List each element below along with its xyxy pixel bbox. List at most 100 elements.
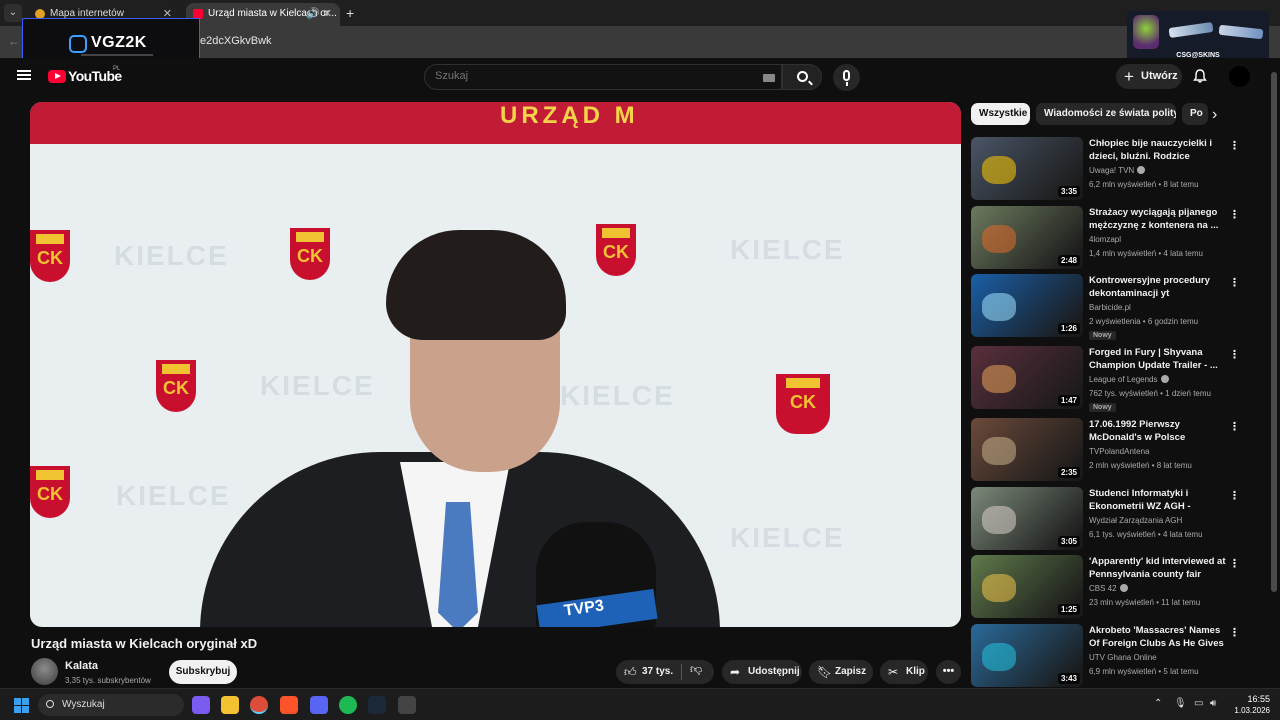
subscribe-button[interactable]: Subskrybuj: [169, 660, 237, 684]
recommendation-item[interactable]: 3:05 Studenci Informatyki i Ekonometrii W…: [971, 487, 1261, 553]
video-title[interactable]: Studenci Informatyki i Ekonometrii WZ AG…: [1089, 487, 1227, 513]
bookmark-icon: 🔖︎: [817, 665, 833, 679]
keyboard-icon[interactable]: [763, 74, 775, 82]
video-thumbnail[interactable]: 2:35: [971, 418, 1083, 481]
channel-label: Barbicide.pl: [1089, 303, 1131, 312]
channel-name[interactable]: Kalata: [65, 660, 98, 672]
video-thumbnail[interactable]: 3:35: [971, 137, 1083, 200]
video-title[interactable]: Akrobeto 'Massacres' Names Of Foreign Cl…: [1089, 624, 1227, 650]
file-explorer-icon[interactable]: [221, 696, 239, 714]
channel-name[interactable]: TVPolandAntena: [1089, 447, 1150, 456]
video-thumbnail[interactable]: 2:48: [971, 206, 1083, 269]
more-options-icon[interactable]: ⋮: [1229, 420, 1240, 433]
search-box[interactable]: [424, 64, 782, 90]
more-options-icon[interactable]: ⋮: [1229, 489, 1240, 502]
steam-icon[interactable]: [368, 696, 386, 714]
recommendation-item[interactable]: 3:35 Chłopiec bije nauczycielki i dzieci,…: [971, 137, 1261, 203]
channel-name[interactable]: 4lomzapl: [1089, 235, 1121, 244]
channel-name[interactable]: CBS 42: [1089, 584, 1128, 593]
thumbs-up-icon: 👍︎: [624, 665, 637, 679]
network-icon[interactable]: ▭: [1194, 698, 1203, 709]
channel-name[interactable]: UTV Ghana Online: [1089, 653, 1157, 662]
video-duration: 1:25: [1057, 604, 1080, 615]
video-duration: 1:47: [1057, 395, 1080, 406]
unknown-app-icon[interactable]: [398, 696, 416, 714]
backdrop-word: KIELCE: [260, 370, 375, 401]
chip-all[interactable]: Wszystkie: [971, 103, 1030, 125]
more-options-icon[interactable]: ⋮: [1229, 626, 1240, 639]
chrome-icon[interactable]: [250, 696, 268, 714]
upload-age: 4 lata temu: [1163, 249, 1203, 258]
microphone-tray-icon[interactable]: 🎙︎: [1174, 698, 1187, 709]
create-button[interactable]: + Utwórz: [1116, 64, 1182, 89]
recommendation-item[interactable]: 2:48 Strażacy wyciągają pijanego mężczyzn…: [971, 206, 1261, 272]
new-tab-button[interactable]: +: [346, 5, 354, 21]
recommendation-item[interactable]: 1:47 Forged in Fury | Shyvana Champion Up…: [971, 346, 1261, 412]
menu-icon[interactable]: [17, 70, 31, 80]
channel-name[interactable]: Uwaga! TVN: [1089, 166, 1146, 175]
save-button[interactable]: 🔖︎ Zapisz: [809, 660, 873, 684]
notifications-bell-icon[interactable]: [1193, 69, 1207, 83]
upload-age: 4 lata temu: [1162, 530, 1203, 539]
chevron-right-icon[interactable]: ›: [1212, 106, 1217, 124]
rifle-skin-icon: [1218, 24, 1264, 40]
tab-search-button[interactable]: ⌄: [4, 4, 22, 22]
city-crest: CK: [156, 360, 196, 412]
voice-search-button[interactable]: [833, 64, 860, 91]
channel-avatar[interactable]: [31, 658, 58, 685]
page-scrollbar[interactable]: [1271, 72, 1277, 592]
channel-name[interactable]: Barbicide.pl: [1089, 303, 1131, 312]
close-tab-icon[interactable]: 🔊 ✕: [306, 3, 332, 25]
microphone-stand: [846, 82, 848, 86]
more-options-icon[interactable]: ⋮: [1229, 557, 1240, 570]
share-button[interactable]: ➦ Udostępnij: [722, 660, 802, 684]
copilot-icon[interactable]: [192, 696, 210, 714]
channel-name[interactable]: Wydział Zarządzania AGH: [1089, 516, 1182, 525]
video-player[interactable]: URZĄD M KIELCE KIELCE KIELCE KIELCE KIEL…: [30, 102, 961, 627]
video-title[interactable]: Chłopiec bije nauczycielki i dzieci, blu…: [1089, 137, 1227, 163]
volume-icon[interactable]: 🔊︎: [1210, 698, 1216, 709]
browser-tab-2[interactable]: Urząd miasta w Kielcach or... 🔊 ✕: [186, 3, 340, 26]
recommendation-item[interactable]: 1:26 Kontrowersyjne procedury dekontamina…: [971, 274, 1261, 340]
video-title[interactable]: 17.06.1992 Pierwszy McDonald's w Polsce: [1089, 418, 1227, 444]
video-thumbnail[interactable]: 1:26: [971, 274, 1083, 337]
video-thumbnail[interactable]: 3:43: [971, 624, 1083, 687]
video-duration: 3:05: [1057, 536, 1080, 547]
clock-time[interactable]: 16:55: [1240, 694, 1270, 704]
chip-more[interactable]: Po: [1182, 103, 1208, 125]
back-icon[interactable]: ←: [8, 34, 20, 48]
channel-name[interactable]: League of Legends: [1089, 375, 1169, 384]
clip-button[interactable]: ✂ Klip: [880, 660, 928, 684]
recommendation-item[interactable]: 2:35 17.06.1992 Pierwszy McDonald's w Pol…: [971, 418, 1261, 484]
thumbs-down-icon[interactable]: 👎︎: [690, 662, 702, 677]
video-title[interactable]: Forged in Fury | Shyvana Champion Update…: [1089, 346, 1227, 372]
video-thumbnail[interactable]: 1:25: [971, 555, 1083, 618]
more-actions-button[interactable]: •••: [936, 660, 961, 684]
youtube-logo-icon[interactable]: [48, 70, 66, 83]
clock-date[interactable]: 1.03.2026: [1226, 706, 1270, 715]
search-button[interactable]: [782, 64, 822, 90]
upload-age: 5 lat temu: [1163, 667, 1199, 676]
crest-text: CK: [37, 484, 63, 504]
recommendation-item[interactable]: 3:43 Akrobeto 'Massacres' Names Of Foreig…: [971, 624, 1261, 690]
video-thumbnail[interactable]: 3:05: [971, 487, 1083, 550]
url-text[interactable]: e2dcXGkvBwk: [200, 35, 272, 47]
spotify-icon[interactable]: [339, 696, 357, 714]
more-options-icon[interactable]: ⋮: [1229, 276, 1240, 289]
search-input[interactable]: [435, 70, 735, 82]
account-avatar[interactable]: [1229, 66, 1250, 87]
windows-start-icon[interactable]: [14, 698, 29, 713]
video-title[interactable]: 'Apparently' kid interviewed at Pennsylv…: [1089, 555, 1227, 581]
video-title[interactable]: Kontrowersyjne procedury dekontaminacji …: [1089, 274, 1227, 300]
taskbar-search[interactable]: Wyszukaj: [38, 694, 184, 716]
brave-icon[interactable]: [280, 696, 298, 714]
more-options-icon[interactable]: ⋮: [1229, 139, 1240, 152]
video-thumbnail[interactable]: 1:47: [971, 346, 1083, 409]
discord-icon[interactable]: [310, 696, 328, 714]
chip-politics[interactable]: Wiadomości ze świata polityki: [1036, 103, 1176, 125]
recommendation-item[interactable]: 1:25 'Apparently' kid interviewed at Penn…: [971, 555, 1261, 621]
more-options-icon[interactable]: ⋮: [1229, 208, 1240, 221]
chevron-up-icon[interactable]: ⌃: [1154, 698, 1162, 709]
video-title[interactable]: Strażacy wyciągają pijanego mężczyznę z …: [1089, 206, 1227, 232]
more-options-icon[interactable]: ⋮: [1229, 348, 1240, 361]
